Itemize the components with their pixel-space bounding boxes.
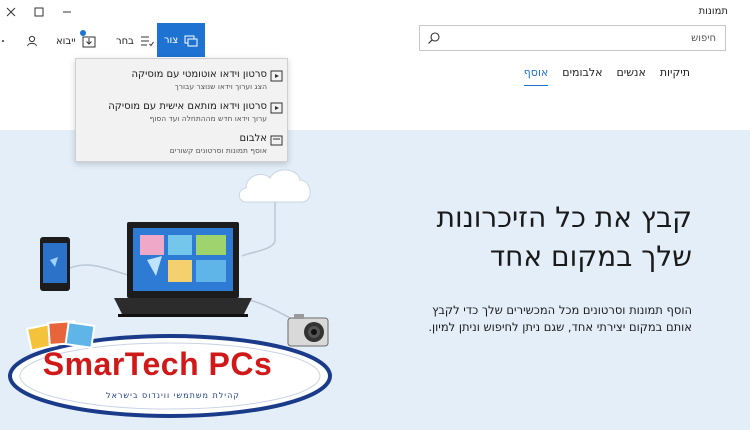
toolbar: ייבוא בחר צור xyxy=(0,23,750,58)
menu-item-album[interactable]: אלבום אוסף תמונות וסרטונים קשורים xyxy=(76,129,287,161)
menu-item-custom-video[interactable]: סרטון וידאו מותאם אישית עם מוסיקה ערוך ו… xyxy=(76,97,287,129)
account-button[interactable] xyxy=(26,24,38,58)
minimize-button[interactable] xyxy=(58,3,76,21)
hero-desc-line1: הוסף תמונות וסרטונים מכל המכשירים שלך כד… xyxy=(432,303,692,317)
close-button[interactable] xyxy=(2,3,20,21)
app-title: תמונות xyxy=(698,6,728,17)
import-icon xyxy=(82,36,96,47)
notification-badge xyxy=(80,30,86,36)
close-icon xyxy=(6,7,16,17)
tab-folders[interactable]: תיקיות xyxy=(660,66,690,86)
hero-title: קבץ את כל הזיכרונות שלך במקום אחד xyxy=(372,198,692,276)
create-menu: סרטון וידאו אוטומטי עם מוסיקה הצג וערוך … xyxy=(75,58,288,162)
tab-albums[interactable]: אלבומים xyxy=(562,66,602,86)
menu-item-title: סרטון וידאו אוטומטי עם מוסיקה xyxy=(131,69,267,80)
select-button[interactable]: בחר xyxy=(116,24,154,58)
hero-desc-line2: אותם במקום יצירתי אחד, שגם ניתן לחיפוש ו… xyxy=(428,320,692,334)
menu-item-title: אלבום xyxy=(239,133,267,144)
hero-title-line2: שלך במקום אחד xyxy=(489,240,692,273)
select-list-icon xyxy=(140,36,154,47)
menu-item-auto-video[interactable]: סרטון וידאו אוטומטי עם מוסיקה הצג וערוך … xyxy=(76,65,287,97)
more-icon xyxy=(2,40,4,42)
hero-description: הוסף תמונות וסרטונים מכל המכשירים שלך כד… xyxy=(372,302,692,336)
search-input[interactable] xyxy=(446,30,716,47)
title-bar: תמונות xyxy=(0,0,750,24)
auto-video-icon xyxy=(270,70,283,82)
search-box[interactable] xyxy=(419,25,726,51)
nav-tabs: אוסף אלבומים אנשים תיקיות xyxy=(523,66,690,86)
laptop-icon xyxy=(114,222,252,317)
logo-tagline: קהילת משתמשי ווינדוס בישראל xyxy=(106,391,240,400)
import-button[interactable]: ייבוא xyxy=(56,24,96,58)
menu-item-subtitle: אוסף תמונות וסרטונים קשורים xyxy=(169,146,267,155)
custom-video-icon xyxy=(270,102,283,114)
menu-item-subtitle: הצג וערוך וידאו שנוצר עבורך xyxy=(174,82,267,91)
create-label: צור xyxy=(163,34,179,46)
search-icon[interactable] xyxy=(427,31,441,45)
menu-item-subtitle: ערוך וידאו חדש מההתחלה ועד הסוף xyxy=(149,114,267,123)
watermark-logo: SmarTech PCs קהילת משתמשי ווינדוס בישראל xyxy=(5,318,335,428)
logo-brand: SmarTech PCs xyxy=(42,346,273,382)
tab-collection[interactable]: אוסף xyxy=(523,66,549,86)
select-label: בחר xyxy=(116,35,134,47)
create-button[interactable]: צור xyxy=(157,23,205,57)
more-button[interactable] xyxy=(0,24,6,58)
maximize-icon xyxy=(34,7,44,17)
import-label: ייבוא xyxy=(56,35,76,47)
create-icon xyxy=(184,35,198,46)
minimize-icon xyxy=(63,11,71,13)
tab-people[interactable]: אנשים xyxy=(617,66,646,86)
album-icon xyxy=(270,135,283,146)
menu-item-title: סרטון וידאו מותאם אישית עם מוסיקה xyxy=(108,101,267,112)
maximize-button[interactable] xyxy=(30,3,48,21)
person-icon xyxy=(27,35,37,47)
hero-title-line1: קבץ את כל הזיכרונות xyxy=(436,201,692,234)
cloud-icon xyxy=(238,169,311,203)
phone-icon xyxy=(40,237,70,291)
